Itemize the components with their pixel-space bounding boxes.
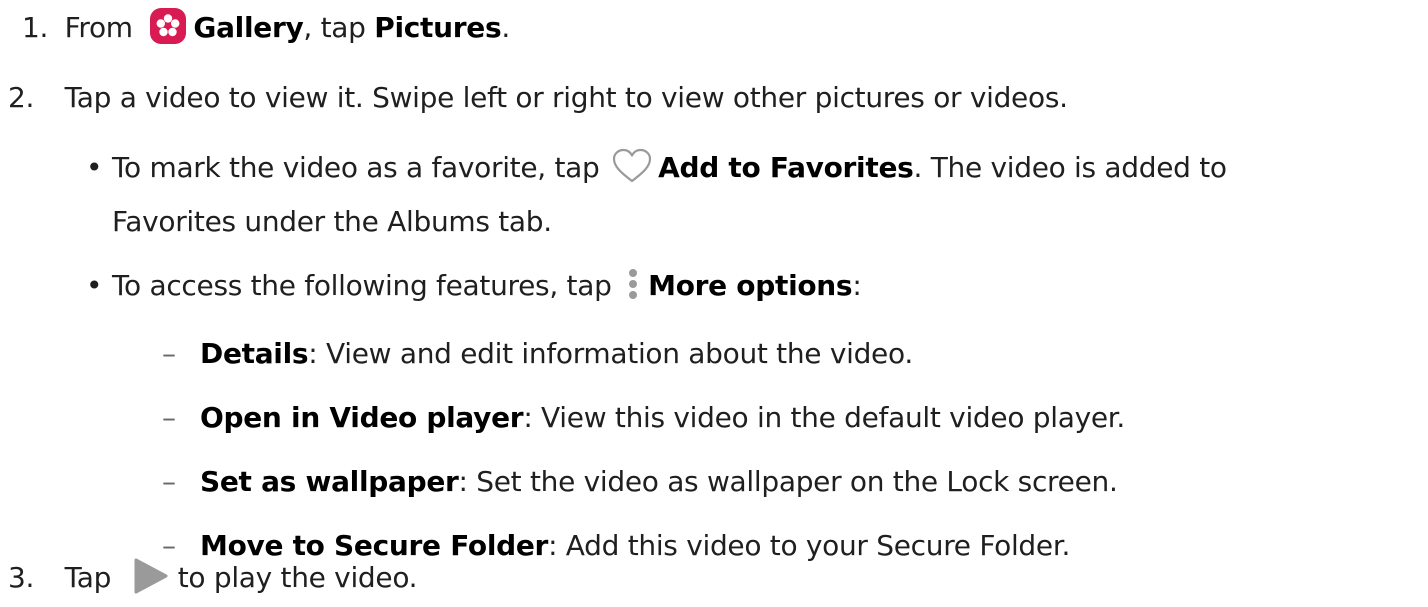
gallery-label: Gallery — [193, 11, 304, 44]
heart-icon — [612, 148, 652, 184]
add-to-favorites-label: Add to Favorites — [658, 151, 914, 184]
step-text: Tap — [64, 561, 112, 594]
more-options-icon — [626, 265, 640, 303]
bullet-text: . The video is added to — [913, 151, 1228, 184]
step-1: 1. From Gallery, tap Pictures. — [22, 8, 510, 48]
step-number: 1. — [22, 11, 49, 44]
gallery-icon — [149, 7, 187, 45]
sub-item-title: Details — [200, 337, 309, 370]
sub-item-title: Open in Video player — [200, 401, 524, 434]
dash-marker: – — [162, 337, 176, 370]
step-text: . — [501, 11, 510, 44]
step-number: 2. — [8, 81, 35, 114]
bullet-marker: • — [86, 269, 103, 302]
play-icon — [130, 556, 170, 596]
sub-item-details: – Details: View and edit information abou… — [162, 334, 913, 374]
bullet-marker: • — [86, 151, 103, 184]
step-number: 3. — [8, 561, 35, 594]
more-options-label: More options — [648, 269, 853, 302]
pictures-label: Pictures — [374, 11, 502, 44]
sub-item-text: : View this video in the default video p… — [523, 401, 1126, 434]
bullet-text: : — [852, 269, 862, 302]
dash-marker: – — [162, 401, 176, 434]
step-3: 3. Tap to play the video. — [8, 556, 418, 598]
bullet-text: Favorites under the Albums tab. — [112, 205, 552, 238]
step-text: Tap a video to view it. Swipe left or ri… — [64, 81, 1068, 114]
bullet-more-options: • To access the following features, tap M… — [86, 265, 862, 306]
sub-item-text: : Set the video as wallpaper on the Lock… — [458, 465, 1118, 498]
step-text: From — [64, 11, 133, 44]
step-2: 2. Tap a video to view it. Swipe left or… — [8, 78, 1068, 118]
sub-item-title: Set as wallpaper — [200, 465, 459, 498]
step-text: to play the video. — [177, 561, 418, 594]
bullet-text: To mark the video as a favorite, tap — [112, 151, 600, 184]
step-text: , tap — [303, 11, 375, 44]
sub-item-text: : View and edit information about the vi… — [308, 337, 913, 370]
sub-item-text: : Add this video to your Secure Folder. — [548, 529, 1071, 562]
bullet-text: To access the following features, tap — [112, 269, 612, 302]
sub-item-open-in-video-player: – Open in Video player: View this video i… — [162, 398, 1125, 438]
dash-marker: – — [162, 465, 176, 498]
bullet-favorites: • To mark the video as a favorite, tap Ad… — [86, 148, 1227, 188]
bullet-favorites-continued: Favorites under the Albums tab. — [112, 202, 552, 242]
sub-item-set-as-wallpaper: – Set as wallpaper: Set the video as wall… — [162, 462, 1118, 502]
